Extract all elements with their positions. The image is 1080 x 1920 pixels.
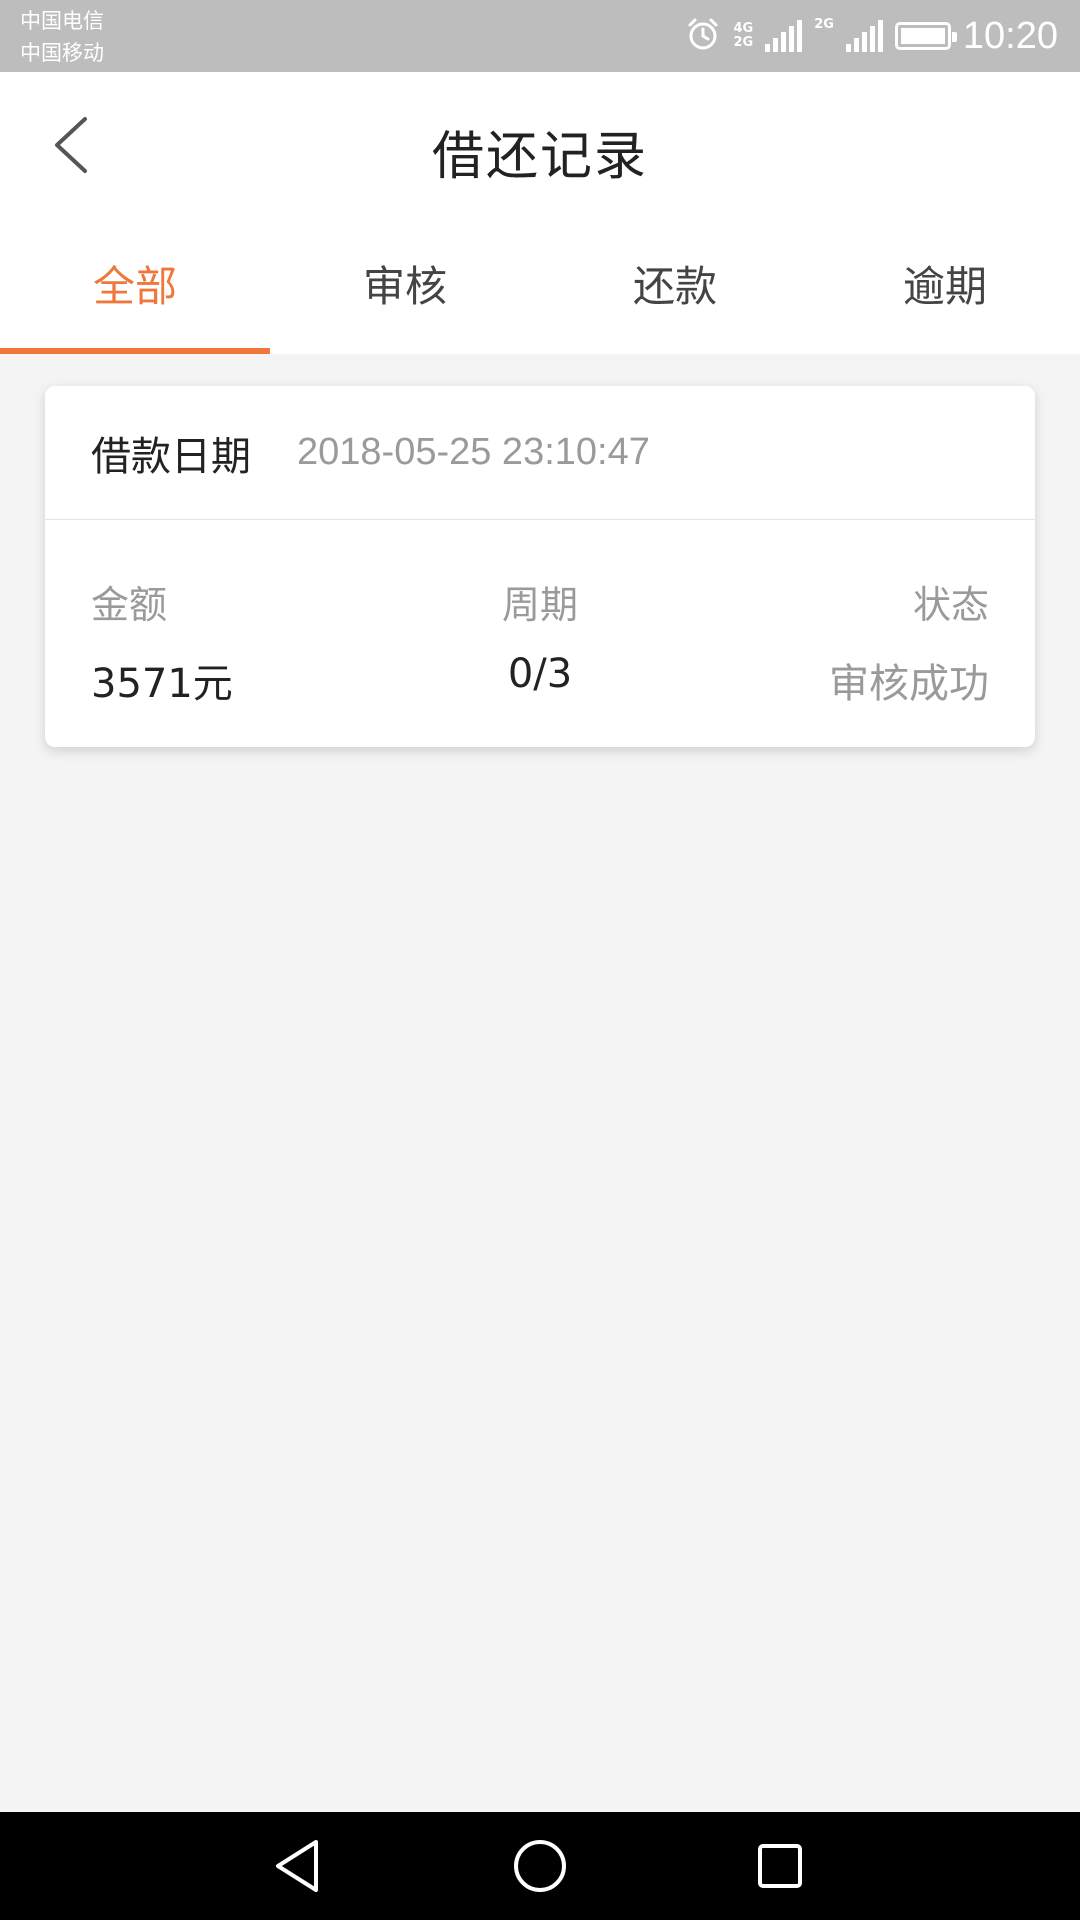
status-column: 状态 审核成功 <box>829 574 989 709</box>
signal-1-icon <box>765 20 803 52</box>
tab-bar: 全部 审核 还款 逾期 <box>0 222 1080 354</box>
loan-record-card[interactable]: 借款日期 2018-05-25 23:10:47 金额 3571元 周期 0/3… <box>45 386 1035 747</box>
triangle-back-icon[interactable] <box>266 1834 330 1898</box>
tab-repayment[interactable]: 还款 <box>540 222 810 354</box>
tab-overdue[interactable]: 逾期 <box>810 222 1080 354</box>
square-recent-icon[interactable] <box>748 1834 812 1898</box>
battery-icon <box>894 22 957 50</box>
status-icons: 4G 2G 2G 10:20 <box>685 0 1058 72</box>
tab-review[interactable]: 审核 <box>270 222 540 354</box>
loan-date-label: 借款日期 <box>91 433 251 480</box>
network-type-1: 4G 2G <box>733 22 753 50</box>
status-time: 10:20 <box>962 14 1058 57</box>
tab-active-indicator <box>0 348 270 354</box>
status-value: 审核成功 <box>829 661 989 707</box>
loan-date-value: 2018-05-25 23:10:47 <box>297 431 650 473</box>
network-label-2g: 2G <box>733 35 754 50</box>
record-date-row: 借款日期 2018-05-25 23:10:47 <box>45 386 1035 520</box>
signal-2-icon <box>845 20 883 52</box>
carrier-1: 中国电信 <box>20 9 104 33</box>
network-type-2: 2G <box>814 17 834 32</box>
circle-home-icon[interactable] <box>508 1834 572 1898</box>
record-details: 金额 3571元 周期 0/3 状态 审核成功 <box>45 520 1035 746</box>
system-nav-bar <box>0 1812 1080 1920</box>
carrier-2: 中国移动 <box>20 41 104 65</box>
page-title: 借还记录 <box>431 127 648 187</box>
tab-label: 全部 <box>92 261 177 311</box>
network-label-4g: 4G <box>733 21 754 36</box>
tab-label: 还款 <box>632 261 717 311</box>
tab-label: 逾期 <box>902 261 987 311</box>
tab-all[interactable]: 全部 <box>0 222 270 354</box>
status-label: 状态 <box>912 583 989 627</box>
tab-label: 审核 <box>362 261 447 311</box>
alarm-icon <box>685 16 721 56</box>
app-header: 借还记录 <box>0 72 1080 222</box>
status-bar: 中国电信 中国移动 4G 2G 2G 10:20 <box>0 0 1080 72</box>
